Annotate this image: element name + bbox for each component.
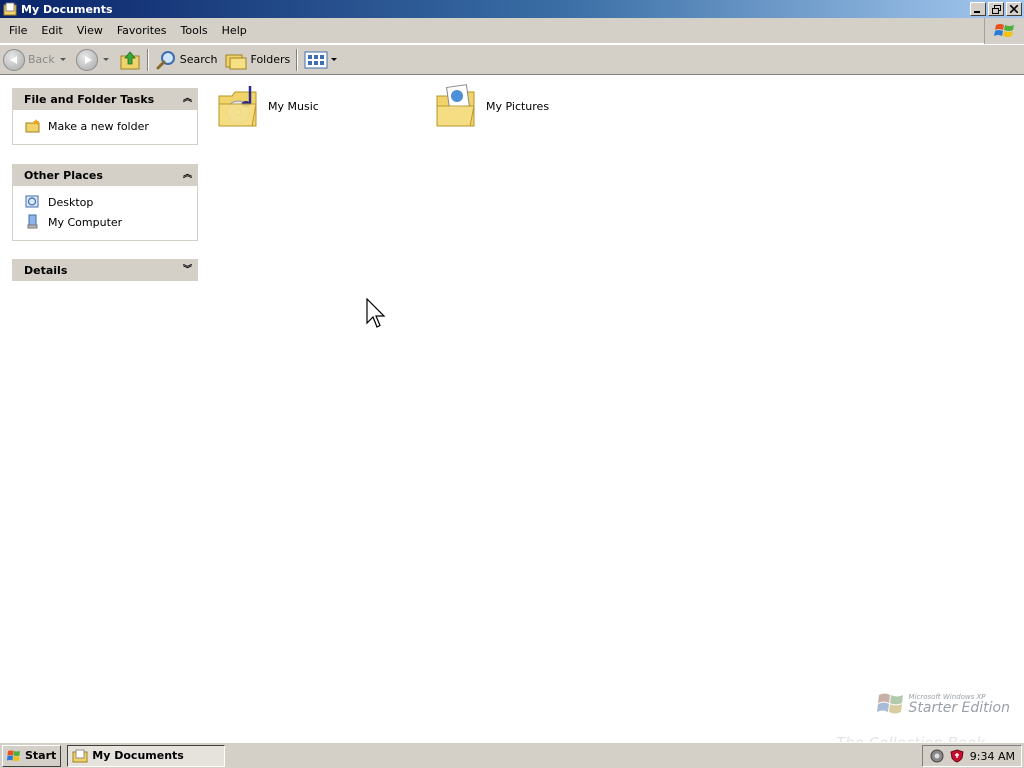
pictures-folder-icon	[436, 84, 475, 127]
collapse-chevron-icon[interactable]: ︽	[183, 170, 192, 180]
my-music-folder[interactable]: My Music	[216, 82, 319, 130]
toolbar-separator	[296, 48, 299, 71]
other-places-header[interactable]: Other Places ︽	[12, 164, 198, 186]
windows-flag-icon	[993, 24, 1014, 37]
clock[interactable]: 9:34 AM	[970, 750, 1015, 763]
search-label: Search	[179, 53, 218, 66]
collapse-chevron-icon[interactable]: ︽	[183, 94, 192, 104]
make-new-folder-link[interactable]: Make a new folder	[25, 116, 197, 136]
windows-flag-icon	[7, 750, 20, 761]
folder-icon	[72, 749, 88, 762]
taskbar-item-my-documents[interactable]: My Documents	[67, 744, 226, 767]
desktop-icon	[25, 195, 39, 208]
start-label: Start	[25, 749, 57, 762]
menu-favorites[interactable]: Favorites	[110, 18, 174, 44]
edition-watermark: Microsoft Windows XP Starter Edition	[876, 690, 1010, 718]
folders-button[interactable]: Folders	[221, 47, 294, 73]
forward-dropdown-icon[interactable]	[102, 58, 109, 61]
back-button[interactable]: Back	[0, 47, 73, 73]
link-label: My Computer	[48, 215, 123, 229]
toolbar-separator	[146, 48, 149, 71]
folder-up-icon	[120, 50, 140, 69]
panel-body: Desktop My Computer	[12, 186, 198, 241]
search-icon	[156, 50, 175, 69]
folders-label: Folders	[250, 53, 291, 66]
my-computer-link[interactable]: My Computer	[25, 212, 197, 232]
views-dropdown-icon[interactable]	[331, 58, 338, 61]
back-dropdown-icon[interactable]	[59, 58, 66, 61]
panel-title: Details	[24, 263, 68, 277]
task-pane: File and Folder Tasks ︽ Make a new folde…	[0, 76, 210, 740]
search-button[interactable]: Search	[152, 47, 221, 73]
music-folder-icon	[218, 86, 257, 127]
network-icon[interactable]	[930, 749, 944, 763]
panel-title: Other Places	[24, 168, 103, 182]
folder-icon	[3, 2, 17, 16]
link-label: Desktop	[48, 195, 94, 209]
toolbar: Back Search Folders	[0, 45, 1024, 75]
menu-edit[interactable]: Edit	[34, 18, 69, 44]
window-title: My Documents	[21, 2, 113, 16]
forward-arrow-icon	[75, 48, 98, 71]
windows-flag-watermark-icon	[876, 693, 903, 714]
taskbar: Start My Documents 9:34 AM	[0, 742, 1024, 768]
up-button[interactable]	[116, 47, 144, 73]
expand-chevron-icon[interactable]: ︾	[183, 265, 192, 275]
mouse-cursor-icon	[366, 298, 386, 328]
views-icon	[304, 51, 328, 68]
minimize-icon	[974, 11, 980, 13]
folders-icon	[225, 54, 247, 69]
my-pictures-folder[interactable]: My Pictures	[434, 82, 549, 130]
details-header[interactable]: Details ︾	[12, 259, 198, 281]
file-folder-tasks-panel: File and Folder Tasks ︽ Make a new folde…	[12, 88, 198, 145]
close-button[interactable]	[1006, 2, 1022, 16]
menu-view[interactable]: View	[70, 18, 110, 44]
panel-title: File and Folder Tasks	[24, 92, 155, 106]
panel-body: Make a new folder	[12, 110, 198, 145]
folder-label: My Music	[268, 99, 319, 113]
file-folder-tasks-header[interactable]: File and Folder Tasks ︽	[12, 88, 198, 110]
start-button[interactable]: Start	[2, 744, 62, 767]
system-tray: 9:34 AM	[922, 745, 1022, 767]
security-shield-icon[interactable]	[950, 749, 964, 763]
forward-button[interactable]	[73, 47, 116, 73]
folder-label: My Pictures	[486, 99, 550, 113]
minimize-button[interactable]	[970, 2, 986, 16]
other-places-panel: Other Places ︽ Desktop My Computer	[12, 164, 198, 241]
maximize-button[interactable]	[988, 2, 1004, 16]
watermark-big-text: Starter Edition	[908, 699, 1010, 716]
menu-bar: File Edit View Favorites Tools Help	[0, 18, 1024, 44]
title-bar[interactable]: My Documents	[0, 0, 1024, 18]
back-label: Back	[28, 53, 55, 66]
menu-tools[interactable]: Tools	[174, 18, 215, 44]
watermark-text: Microsoft Windows XP Starter Edition	[908, 693, 1010, 716]
window-controls	[968, 2, 1022, 16]
close-icon	[1010, 5, 1018, 13]
details-panel: Details ︾	[12, 259, 198, 281]
restore-icon	[991, 4, 1001, 14]
views-button[interactable]	[301, 47, 344, 73]
menu-help[interactable]: Help	[215, 18, 254, 44]
new-folder-icon	[25, 119, 40, 133]
computer-icon	[27, 214, 38, 229]
task-label: My Documents	[92, 749, 184, 762]
link-label: Make a new folder	[48, 119, 149, 133]
back-arrow-icon	[3, 48, 25, 71]
folder-content: My Music My Pictures	[210, 76, 1024, 740]
menu-file[interactable]: File	[0, 18, 34, 44]
desktop-link[interactable]: Desktop	[25, 192, 197, 212]
windows-logo	[984, 18, 1024, 44]
